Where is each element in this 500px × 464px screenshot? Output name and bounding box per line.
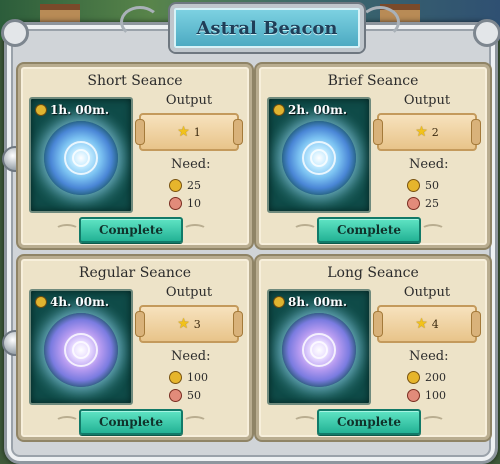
timer-icon — [35, 104, 47, 116]
portal-ring — [310, 341, 328, 359]
timer-icon — [273, 104, 285, 116]
duration: 4h. 00m. — [50, 295, 110, 309]
output-label: Output — [165, 285, 213, 300]
potion-icon — [169, 389, 182, 402]
cost-potions: 50 — [187, 389, 201, 402]
button-ornament — [293, 416, 317, 428]
cost-potions-row: 50 — [169, 389, 201, 402]
frame-ornament — [473, 19, 500, 47]
output-scroll: ★ 3 — [135, 305, 243, 343]
seance-title: Long Seance — [327, 265, 419, 281]
potion-icon — [169, 197, 182, 210]
cost-coins: 25 — [187, 179, 201, 192]
output-stars: 4 — [431, 317, 439, 331]
need-label: Need: — [171, 349, 211, 364]
cost-potions-row: 100 — [407, 389, 446, 402]
potion-icon — [407, 197, 420, 210]
cost-coins-row: 200 — [407, 371, 446, 384]
potion-icon — [407, 389, 420, 402]
button-ornament — [55, 416, 79, 428]
duration: 8h. 00m. — [288, 295, 348, 309]
portal-icon — [44, 121, 118, 195]
star-icon: ★ — [415, 124, 428, 140]
timer-icon — [35, 296, 47, 308]
timer: 1h. 00m. — [35, 103, 109, 117]
star-icon: ★ — [415, 316, 428, 332]
need-label: Need: — [409, 349, 449, 364]
need-label: Need: — [409, 157, 449, 172]
coin-icon — [169, 371, 182, 384]
cost-potions-row: 10 — [169, 197, 201, 210]
timer: 4h. 00m. — [35, 295, 109, 309]
duration: 2h. 00m. — [288, 103, 348, 117]
button-ornament — [55, 224, 79, 236]
cost-coins-row: 25 — [169, 179, 201, 192]
button-ornament — [421, 416, 445, 428]
portal-ring — [72, 149, 90, 167]
cost-coins: 50 — [425, 179, 439, 192]
portal-preview: 4h. 00m. — [29, 289, 133, 405]
coin-icon — [407, 179, 420, 192]
complete-button[interactable]: Complete — [317, 409, 421, 435]
cost-coins-row: 50 — [407, 179, 439, 192]
output-scroll: ★ 4 — [373, 305, 481, 343]
seance-card: Short Seance 1h. 00m. Output ★ 1 Need: 2… — [18, 64, 252, 248]
window-title-plate: Astral Beacon — [170, 4, 364, 52]
seance-title: Regular Seance — [78, 265, 192, 281]
coin-icon — [407, 371, 420, 384]
timer-icon — [273, 296, 285, 308]
cost-potions-row: 25 — [407, 197, 439, 210]
portal-icon — [282, 313, 356, 387]
timer: 2h. 00m. — [273, 103, 347, 117]
seance-card: Regular Seance 4h. 00m. Output ★ 3 Need:… — [18, 256, 252, 440]
cost-coins: 100 — [187, 371, 208, 384]
portal-preview: 1h. 00m. — [29, 97, 133, 213]
star-icon: ★ — [177, 316, 190, 332]
cost-coins: 200 — [425, 371, 446, 384]
output-scroll: ★ 1 — [135, 113, 243, 151]
button-ornament — [421, 224, 445, 236]
window-title: Astral Beacon — [196, 17, 338, 39]
need-label: Need: — [171, 157, 211, 172]
portal-ring — [310, 149, 328, 167]
coin-icon — [169, 179, 182, 192]
frame-ornament — [120, 6, 160, 38]
complete-button[interactable]: Complete — [317, 217, 421, 243]
output-stars: 1 — [193, 125, 201, 139]
duration: 1h. 00m. — [50, 103, 110, 117]
button-ornament — [293, 224, 317, 236]
seance-card: Brief Seance 2h. 00m. Output ★ 2 Need: 5… — [256, 64, 490, 248]
cost-potions: 10 — [187, 197, 201, 210]
portal-ring — [72, 341, 90, 359]
output-stars: 2 — [431, 125, 439, 139]
complete-button[interactable]: Complete — [79, 217, 183, 243]
button-ornament — [183, 224, 207, 236]
output-label: Output — [403, 93, 451, 108]
seance-title: Brief Seance — [327, 73, 419, 89]
cost-potions: 25 — [425, 197, 439, 210]
portal-preview: 8h. 00m. — [267, 289, 371, 405]
timer: 8h. 00m. — [273, 295, 347, 309]
portal-icon — [282, 121, 356, 195]
button-ornament — [183, 416, 207, 428]
seance-card: Long Seance 8h. 00m. Output ★ 4 Need: 20… — [256, 256, 490, 440]
frame-ornament — [360, 6, 400, 38]
output-scroll: ★ 2 — [373, 113, 481, 151]
output-stars: 3 — [193, 317, 201, 331]
cost-coins-row: 100 — [169, 371, 208, 384]
portal-preview: 2h. 00m. — [267, 97, 371, 213]
output-label: Output — [165, 93, 213, 108]
complete-button[interactable]: Complete — [79, 409, 183, 435]
seance-title: Short Seance — [87, 73, 183, 89]
portal-icon — [44, 313, 118, 387]
frame-ornament — [1, 19, 29, 47]
cost-potions: 100 — [425, 389, 446, 402]
output-label: Output — [403, 285, 451, 300]
star-icon: ★ — [177, 124, 190, 140]
